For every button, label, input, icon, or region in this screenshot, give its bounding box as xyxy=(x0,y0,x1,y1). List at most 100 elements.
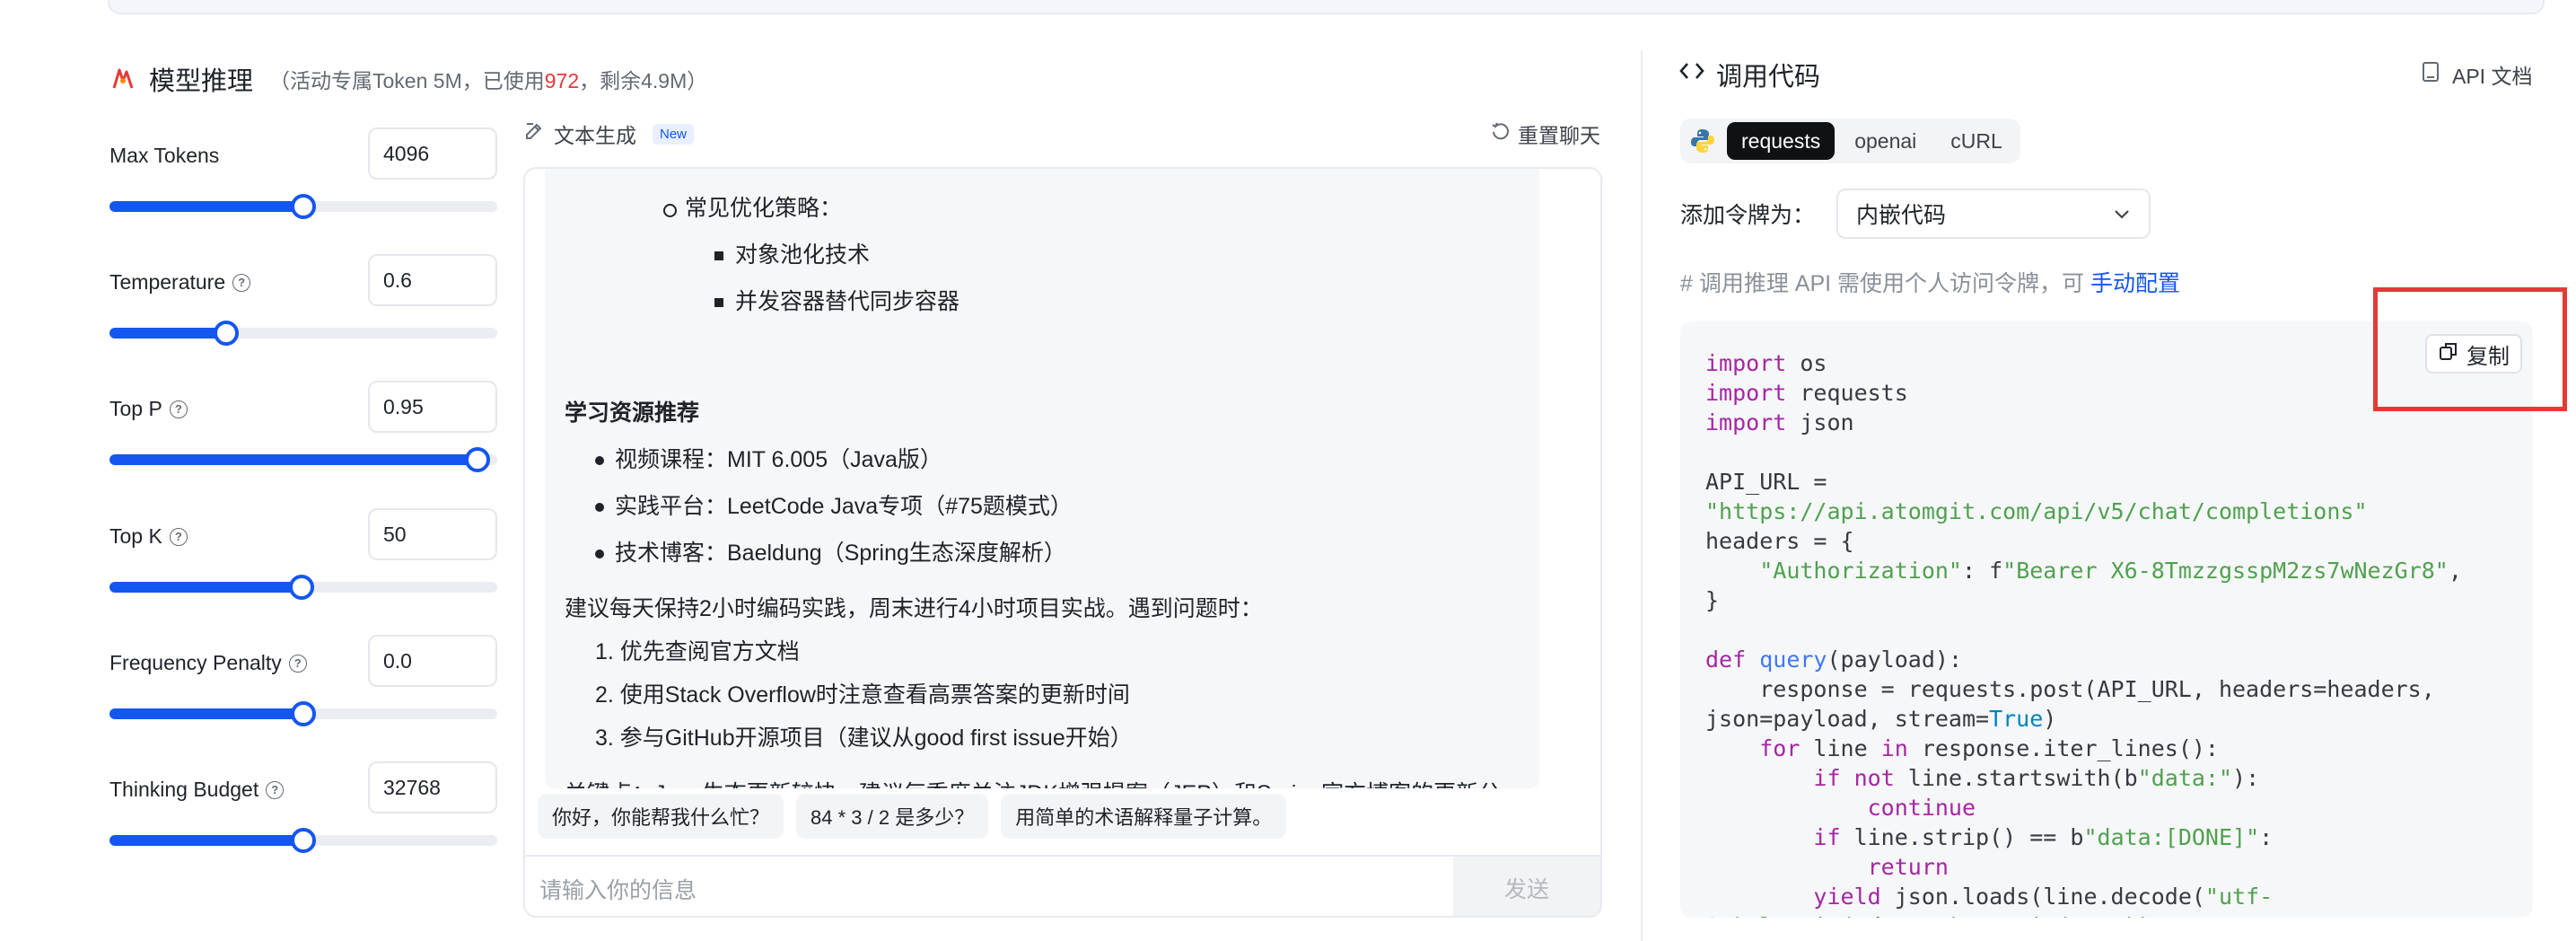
slider-thumb[interactable] xyxy=(291,828,316,853)
token-quota: （活动专属Token 5M，已使用972，剩余4.9M） xyxy=(269,64,707,94)
new-badge: New xyxy=(653,123,695,145)
param-value-input[interactable]: 0.95 xyxy=(368,381,497,433)
quota-prefix: （活动专属Token 5M，已使用 xyxy=(269,69,545,92)
top-banner xyxy=(108,0,2545,14)
tab-curl[interactable]: cURL xyxy=(1936,122,2017,160)
param-slider[interactable] xyxy=(110,828,497,853)
reset-chat-button[interactable]: 重置聊天 xyxy=(1491,119,1600,149)
edit-icon xyxy=(523,120,545,147)
param-row: Frequency Penalty? 0.0 xyxy=(108,635,497,735)
param-label-text: Frequency Penalty xyxy=(110,651,282,674)
code-panel-title: 调用代码 xyxy=(1716,63,1821,92)
param-slider[interactable] xyxy=(110,321,497,346)
help-icon[interactable]: ? xyxy=(232,273,251,292)
token-label: 添加令牌为： xyxy=(1680,203,1816,228)
help-icon[interactable]: ? xyxy=(266,780,285,799)
suggestion-chip[interactable]: 84 * 3 / 2 是多少？ xyxy=(796,794,989,839)
param-slider[interactable] xyxy=(110,194,497,219)
param-slider[interactable] xyxy=(110,447,497,472)
token-select-value: 内嵌代码 xyxy=(1856,203,1947,228)
slider-thumb[interactable] xyxy=(291,194,316,219)
list-item: 1. 优先查阅官方文档 xyxy=(595,639,800,664)
param-row: Top K? 50 xyxy=(108,508,497,609)
list-item: 并发容器替代同步容器 xyxy=(565,280,1525,323)
slider-thumb[interactable] xyxy=(213,321,239,346)
chat-mode-label: 文本生成 xyxy=(554,124,636,147)
message-paragraph: 建议每天保持2小时编码实践，周末进行4小时项目实战。遇到问题时： xyxy=(565,596,1263,621)
param-label-text: Thinking Budget xyxy=(110,778,259,801)
slider-thumb[interactable] xyxy=(288,575,314,600)
param-row: Top P? 0.95 xyxy=(108,381,497,481)
language-tabs: requests openai cURL xyxy=(1680,119,2020,163)
param-label: Top P? xyxy=(110,397,188,421)
suggestion-chips: 你好，你能帮我什么忙？ 84 * 3 / 2 是多少？ 用简单的术语解释量子计算… xyxy=(538,794,1287,839)
model-title: 模型推理 xyxy=(149,67,254,96)
highlight-annotation xyxy=(2373,287,2567,411)
slider-thumb[interactable] xyxy=(465,447,491,472)
model-logo-icon xyxy=(110,66,136,92)
param-slider[interactable] xyxy=(110,701,497,726)
token-select[interactable]: 内嵌代码 xyxy=(1836,189,2151,239)
list-item: 3. 参与GitHub开源项目（建议从good first issue开始） xyxy=(595,726,1133,751)
param-value-input[interactable]: 50 xyxy=(368,508,497,560)
tab-requests[interactable]: requests xyxy=(1727,122,1836,160)
param-value-input[interactable]: 32768 xyxy=(368,761,497,813)
token-hint: # 调用推理 API 需使用个人访问令牌，可 手动配置 xyxy=(1680,266,2180,298)
message-heading: 学习资源推荐 xyxy=(565,400,700,426)
tab-openai[interactable]: openai xyxy=(1840,122,1931,160)
refresh-icon xyxy=(1491,121,1511,146)
slider-fill xyxy=(110,328,226,339)
param-label-text: Top K xyxy=(110,524,162,548)
slider-fill xyxy=(110,582,302,593)
param-row: Thinking Budget? 32768 xyxy=(108,761,497,862)
param-label-text: Top P xyxy=(110,397,162,420)
param-slider[interactable] xyxy=(110,575,497,600)
list-item: 技术博客：Baeldung（Spring生态深度解析） xyxy=(565,532,1525,575)
param-label: Frequency Penalty? xyxy=(110,651,307,675)
chat-input[interactable]: 请输入你的信息 xyxy=(539,873,697,905)
quota-used: 972 xyxy=(544,69,580,92)
list-item: 常见优化策略： xyxy=(565,187,1525,230)
quota-suffix: ，剩余4.9M） xyxy=(579,69,708,92)
list-item: 实践平台：LeetCode Java专项（#75题模式） xyxy=(565,485,1525,528)
chat-toolbar: 文本生成 New 重置聊天 xyxy=(523,115,1600,154)
suggestion-chip[interactable]: 用简单的术语解释量子计算。 xyxy=(1001,794,1287,839)
code-icon xyxy=(1678,59,1705,90)
panel-divider xyxy=(1641,50,1643,941)
chat-box: 常见优化策略： 对象池化技术 并发容器替代同步容器 学习资源推荐 视频课程：MI… xyxy=(523,167,1602,918)
help-icon[interactable]: ? xyxy=(169,400,188,418)
chat-mode-tab[interactable]: 文本生成 New xyxy=(523,119,695,149)
param-row: Max Tokens 4096 xyxy=(108,128,497,228)
param-value-input[interactable]: 0.6 xyxy=(368,254,497,306)
slider-fill xyxy=(110,708,303,719)
send-button[interactable]: 发送 xyxy=(1453,857,1600,916)
param-label: Top K? xyxy=(110,524,188,549)
param-label: Thinking Budget? xyxy=(110,778,285,802)
model-header: 模型推理 （活动专属Token 5M，已使用972，剩余4.9M） xyxy=(110,61,707,97)
suggestion-chip[interactable]: 你好，你能帮我什么忙？ xyxy=(538,794,784,839)
help-icon[interactable]: ? xyxy=(288,654,307,673)
param-label: Max Tokens xyxy=(110,144,219,168)
help-icon[interactable]: ? xyxy=(169,527,188,546)
manual-config-link[interactable]: 手动配置 xyxy=(2090,271,2180,296)
param-label-text: Max Tokens xyxy=(110,144,220,167)
slider-thumb[interactable] xyxy=(291,701,316,726)
param-value-input[interactable]: 4096 xyxy=(368,128,497,180)
code-panel-header: 调用代码 xyxy=(1678,56,1820,93)
message-paragraph: 关键点：Java生态更新较快，建议每季度关注JDK增强提案（JEP）和Sprin… xyxy=(565,772,1525,788)
list-item: 2. 使用Stack Overflow时注意查看高票答案的更新时间 xyxy=(595,682,1130,708)
python-icon xyxy=(1684,122,1722,160)
param-row: Temperature? 0.6 xyxy=(108,254,497,355)
api-doc-link[interactable]: API 文档 xyxy=(2422,59,2532,90)
code-text: import os import requests import json AP… xyxy=(1705,350,2462,918)
param-value-input[interactable]: 0.0 xyxy=(368,635,497,687)
list-item: 对象池化技术 xyxy=(565,233,1525,277)
api-doc-label: API 文档 xyxy=(2452,65,2533,88)
message-content: 常见优化策略： 对象池化技术 并发容器替代同步容器 学习资源推荐 视频课程：MI… xyxy=(565,169,1525,788)
param-label-text: Temperature xyxy=(110,270,226,294)
slider-fill xyxy=(110,201,303,212)
reset-chat-label: 重置聊天 xyxy=(1518,124,1600,147)
hint-text: # 调用推理 API 需使用个人访问令牌，可 xyxy=(1680,271,2090,296)
document-icon xyxy=(2422,61,2440,88)
token-row: 添加令牌为： 内嵌代码 xyxy=(1680,189,2151,239)
